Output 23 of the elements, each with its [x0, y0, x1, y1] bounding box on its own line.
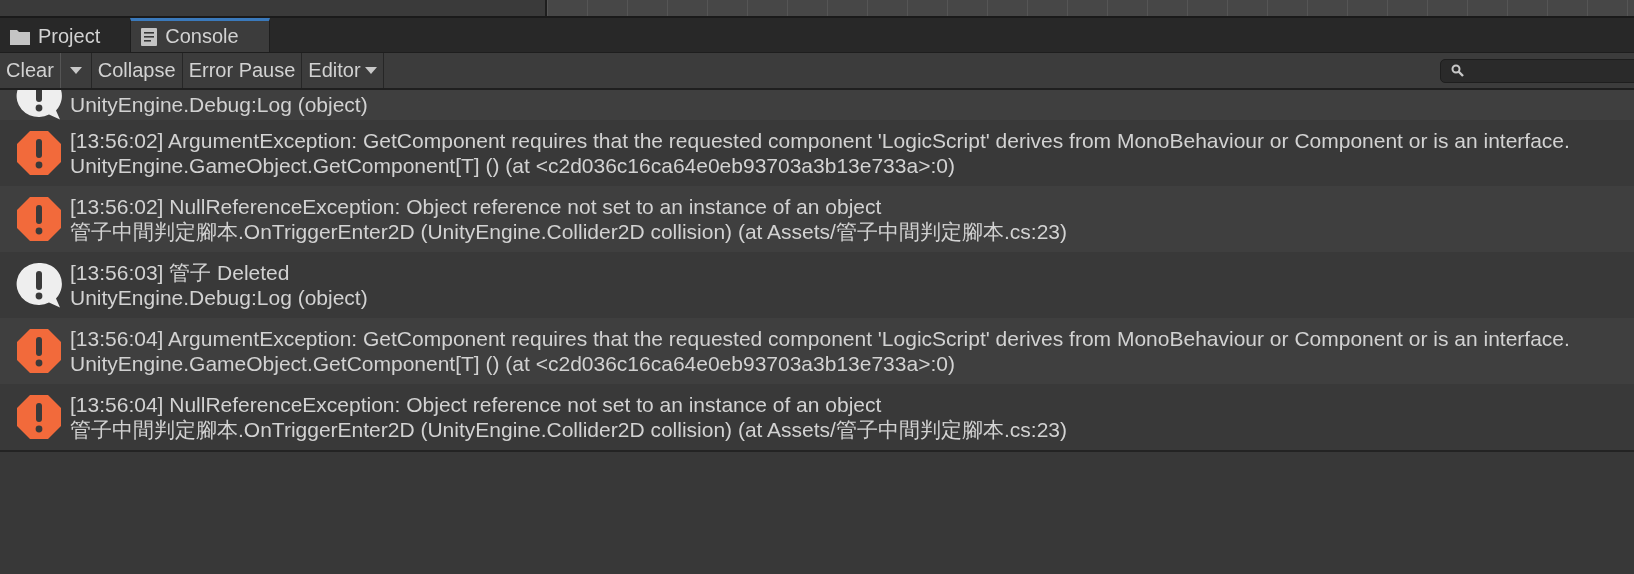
message-icon [16, 262, 62, 308]
tab[interactable]: Console [130, 18, 270, 52]
error-icon [16, 394, 62, 440]
log-message: [13:56:02] ArgumentException: GetComponent requires that the requested component 'LogicScript' derives from MonoBehaviour or Component or is an interface. [70, 128, 1570, 153]
log-message: [13:56:02] NullReferenceException: Object reference not set to an instance of an object [70, 194, 883, 219]
error-icon [16, 196, 62, 242]
log-message: [13:56:04] ArgumentException: GetComponent requires that the requested component 'LogicScript' derives from MonoBehaviour or Component or is an interface. [70, 326, 1570, 351]
log-message: UnityEngine.GameObject.GetComponent[T] () (at <c2d036c16ca64e0eb93703a3b13e733a>:0) [70, 351, 956, 376]
list-icon [141, 27, 158, 46]
log-message: UnityEngine.Debug:Log (object) [70, 92, 368, 117]
log-message: [13:56:03] 管子 Deleted [70, 260, 291, 285]
search-field[interactable] [1440, 58, 1634, 83]
log-message: 管子中間判定腳本.OnTriggerEnter2D (UnityEngine.Collider2D collision) (at Assets/管子中間判定腳本.cs:23) [70, 417, 1067, 442]
search-icon [1451, 64, 1464, 77]
caret-icon [69, 66, 82, 75]
error-icon [16, 130, 62, 176]
log-message: UnityEngine.Debug:Log (object) [70, 285, 368, 310]
log-message: UnityEngine.GameObject.GetComponent[T] () (at <c2d036c16ca64e0eb93703a3b13e733a>:0) [70, 153, 956, 178]
error-icon [16, 328, 62, 374]
folder-icon [10, 28, 30, 45]
log-message: 管子中間判定腳本.OnTriggerEnter2D (UnityEngine.Collider2D collision) (at Assets/管子中間判定腳本.cs:23) [70, 219, 1067, 244]
log-message: [13:56:04] NullReferenceException: Object reference not set to an instance of an object [70, 392, 883, 417]
caret-icon [364, 66, 377, 75]
